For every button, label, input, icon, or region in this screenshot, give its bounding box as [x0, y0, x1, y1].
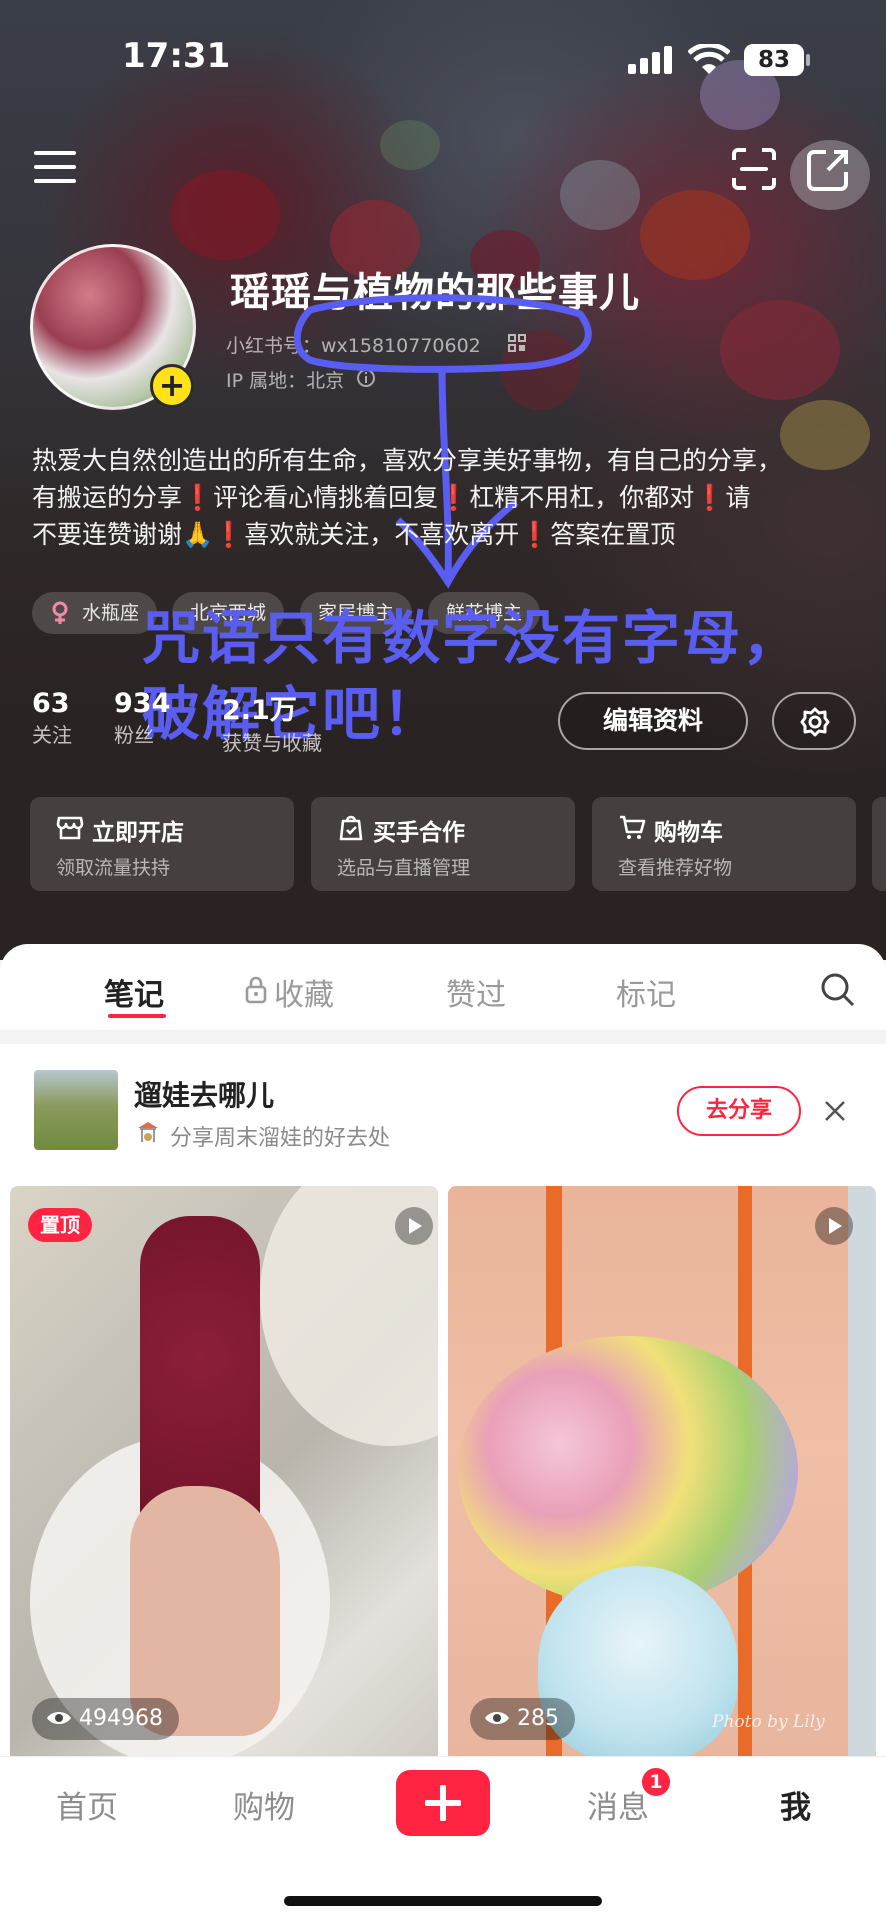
banner-title: 遛娃去哪儿: [134, 1079, 275, 1112]
card-subtitle: 领取流量扶持: [56, 857, 171, 879]
card-subtitle: 查看推荐好物: [618, 857, 733, 879]
photo-watermark: Photo by Lily: [712, 1712, 825, 1732]
eye-icon: [485, 1712, 509, 1724]
gear-icon: [800, 707, 830, 737]
feed-card[interactable]: 285 Photo by Lily: [448, 1186, 876, 1762]
service-card-buyer[interactable]: 买手合作 选品与直播管理: [311, 797, 575, 891]
signal-icon: [628, 46, 672, 74]
stat-followers[interactable]: 934 粉丝: [114, 688, 170, 748]
stat-value: 63: [32, 688, 70, 719]
share-icon[interactable]: [806, 148, 850, 192]
bio-line: 有搬运的分享❗️评论看心情挑着回复❗️杠精不用杠，你都对❗️请: [32, 483, 751, 512]
status-time: 17:31: [122, 36, 231, 76]
nav-shopping[interactable]: 购物: [233, 1782, 295, 1827]
view-count: 494968: [32, 1698, 179, 1740]
panel-divider: [0, 1030, 886, 1044]
stat-value: 934: [114, 688, 171, 719]
bag-icon: [339, 815, 363, 841]
stat-label: 粉丝: [114, 723, 154, 747]
tag-label: 水瓶座: [82, 602, 140, 624]
stat-likes[interactable]: 2.1万 获赞与收藏: [222, 688, 322, 756]
bio-line: 热爱大自然创造出的所有生命，喜欢分享美好事物，有自己的分享，: [32, 446, 783, 475]
nav-home[interactable]: 首页: [56, 1782, 118, 1827]
share-now-button[interactable]: 去分享: [677, 1086, 801, 1136]
card-title: 立即开店: [92, 820, 184, 846]
activity-banner[interactable]: 遛娃去哪儿 分享周末溜娃的好去处 去分享: [12, 1044, 874, 1174]
service-card-partial[interactable]: [872, 797, 886, 891]
lock-icon: [245, 976, 267, 1004]
banner-thumbnail: [34, 1070, 118, 1150]
tab-marked[interactable]: 标记: [616, 970, 676, 1014]
card-title: 买手合作: [373, 820, 465, 846]
female-icon: [52, 601, 68, 624]
bio-line: 不要连赞谢谢🙏❗️喜欢就关注，不喜欢离开❗️答案在置顶: [32, 520, 676, 549]
view-count: 285: [470, 1698, 575, 1740]
message-badge: 1: [640, 1766, 672, 1798]
scan-icon[interactable]: [732, 148, 776, 190]
view-count-value: 494968: [79, 1706, 163, 1731]
close-icon[interactable]: [824, 1100, 846, 1122]
tab-notes[interactable]: 笔记: [104, 970, 164, 1014]
search-icon[interactable]: [820, 972, 856, 1008]
stat-value: 2.1万: [222, 695, 297, 726]
card-subtitle: 选品与直播管理: [337, 857, 471, 879]
create-post-button[interactable]: [396, 1770, 490, 1836]
add-avatar-button[interactable]: +: [150, 364, 194, 408]
play-icon: [395, 1207, 433, 1245]
tab-liked[interactable]: 赞过: [446, 970, 506, 1014]
carousel-icon: [138, 1122, 158, 1142]
service-card-shop[interactable]: 立即开店 领取流量扶持: [30, 797, 294, 891]
tab-favorites[interactable]: 收藏: [274, 970, 334, 1014]
play-icon: [815, 1207, 853, 1245]
tag-zodiac[interactable]: 水瓶座: [32, 592, 158, 634]
shop-icon: [56, 816, 84, 840]
menu-icon[interactable]: [34, 150, 76, 184]
stat-label: 获赞与收藏: [222, 731, 322, 755]
tab-active-indicator: [108, 1014, 166, 1018]
feed-card[interactable]: 置顶 494968: [10, 1186, 438, 1762]
view-count-value: 285: [517, 1706, 559, 1731]
eye-icon: [47, 1712, 71, 1724]
settings-button[interactable]: [772, 692, 856, 750]
battery-tip: [806, 54, 810, 66]
stat-label: 关注: [32, 723, 72, 747]
plus-icon: [425, 1785, 461, 1821]
battery-indicator: 83: [744, 44, 804, 76]
nav-me[interactable]: 我: [780, 1782, 811, 1827]
banner-subtitle: 分享周末溜娃的好去处: [170, 1126, 391, 1151]
edit-profile-button[interactable]: 编辑资料: [558, 692, 748, 750]
wifi-icon: [688, 44, 730, 74]
note-image: [10, 1186, 438, 1762]
profile-bio: 热爱大自然创造出的所有生命，喜欢分享美好事物，有自己的分享， 有搬运的分享❗️评…: [32, 442, 862, 553]
note-image: [448, 1186, 876, 1762]
pinned-badge: 置顶: [28, 1208, 92, 1242]
cart-icon: [620, 815, 646, 839]
nav-messages[interactable]: 消息: [587, 1782, 649, 1827]
card-title: 购物车: [654, 820, 723, 846]
stat-following[interactable]: 63 关注: [32, 688, 72, 748]
home-indicator: [284, 1896, 602, 1906]
service-card-cart[interactable]: 购物车 查看推荐好物: [592, 797, 856, 891]
annotation-text: 咒语只有数字没有字母，: [142, 604, 803, 672]
